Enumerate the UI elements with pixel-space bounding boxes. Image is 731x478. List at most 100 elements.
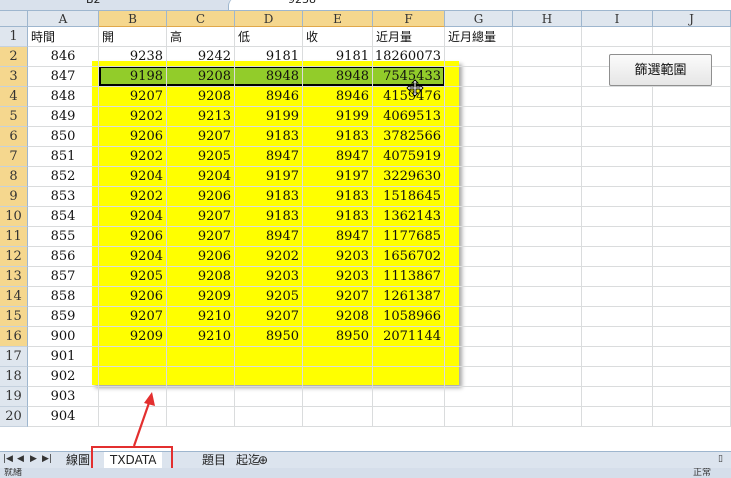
- data-cell[interactable]: 8946: [235, 87, 303, 107]
- last-sheet-icon[interactable]: ▶|: [42, 454, 52, 464]
- empty-cell[interactable]: [582, 147, 653, 167]
- empty-cell[interactable]: [445, 107, 513, 127]
- empty-cell[interactable]: [513, 207, 582, 227]
- empty-cell[interactable]: [653, 167, 731, 187]
- row-header-1[interactable]: 1: [0, 27, 28, 47]
- empty-cell[interactable]: [445, 267, 513, 287]
- empty-cell[interactable]: [445, 247, 513, 267]
- empty-cell[interactable]: [582, 187, 653, 207]
- empty-cell[interactable]: [653, 247, 731, 267]
- data-cell[interactable]: 9242: [167, 47, 235, 67]
- empty-cell[interactable]: [582, 207, 653, 227]
- data-cell[interactable]: 9181: [235, 47, 303, 67]
- data-cell[interactable]: 9202: [235, 247, 303, 267]
- filter-range-button[interactable]: 篩選範圍: [609, 54, 712, 86]
- row-header-16[interactable]: 16: [0, 327, 28, 347]
- insert-sheet-icon[interactable]: ⊕: [252, 452, 274, 468]
- worksheet-grid[interactable]: ABCDEFGHIJ 1 2 3 4 5 6 7 8 9 10 11 12 13 14 15 16 17 18 19…: [0, 11, 731, 451]
- header-cell-a[interactable]: 時間: [28, 27, 99, 47]
- data-cell[interactable]: 9205: [99, 267, 167, 287]
- data-cell[interactable]: 9208: [167, 87, 235, 107]
- time-cell[interactable]: 847: [28, 67, 99, 87]
- empty-cell[interactable]: [303, 367, 373, 387]
- time-cell[interactable]: 852: [28, 167, 99, 187]
- data-cell[interactable]: 9199: [235, 107, 303, 127]
- row-header-11[interactable]: 11: [0, 227, 28, 247]
- empty-cell[interactable]: [582, 347, 653, 367]
- empty-cell[interactable]: [303, 407, 373, 427]
- empty-cell[interactable]: [513, 347, 582, 367]
- data-cell[interactable]: 3229630: [373, 167, 445, 187]
- data-cell[interactable]: 9209: [99, 327, 167, 347]
- empty-cell[interactable]: [513, 67, 582, 87]
- empty-cell[interactable]: [582, 247, 653, 267]
- empty-cell[interactable]: [582, 27, 653, 47]
- data-cell[interactable]: 4069513: [373, 107, 445, 127]
- empty-cell[interactable]: [513, 127, 582, 147]
- empty-cell[interactable]: [653, 227, 731, 247]
- empty-cell[interactable]: [445, 407, 513, 427]
- data-cell[interactable]: 9209: [167, 287, 235, 307]
- data-cell[interactable]: 9204: [99, 247, 167, 267]
- data-cell[interactable]: 9183: [303, 187, 373, 207]
- empty-cell[interactable]: [445, 327, 513, 347]
- column-header-g[interactable]: G: [445, 11, 513, 27]
- empty-cell[interactable]: [513, 407, 582, 427]
- empty-cell[interactable]: [653, 187, 731, 207]
- data-cell[interactable]: 8947: [235, 227, 303, 247]
- empty-cell[interactable]: [653, 127, 731, 147]
- empty-cell[interactable]: [303, 387, 373, 407]
- empty-cell[interactable]: [373, 407, 445, 427]
- row-header-4[interactable]: 4: [0, 87, 28, 107]
- name-box[interactable]: B2: [0, 0, 150, 9]
- header-cell-d[interactable]: 低: [235, 27, 303, 47]
- time-cell[interactable]: 849: [28, 107, 99, 127]
- empty-cell[interactable]: [513, 47, 582, 67]
- empty-cell[interactable]: [653, 107, 731, 127]
- data-cell[interactable]: 8948: [235, 67, 303, 87]
- data-cell[interactable]: 9197: [303, 167, 373, 187]
- empty-cell[interactable]: [582, 267, 653, 287]
- empty-cell[interactable]: [513, 247, 582, 267]
- empty-cell[interactable]: [445, 127, 513, 147]
- column-header-f[interactable]: F: [373, 11, 445, 27]
- empty-cell[interactable]: [582, 307, 653, 327]
- empty-cell[interactable]: [582, 287, 653, 307]
- row-header-13[interactable]: 13: [0, 267, 28, 287]
- row-header-6[interactable]: 6: [0, 127, 28, 147]
- column-header-d[interactable]: D: [235, 11, 303, 27]
- data-cell[interactable]: 9203: [303, 247, 373, 267]
- column-header-b[interactable]: B: [99, 11, 167, 27]
- time-cell[interactable]: 846: [28, 47, 99, 67]
- empty-cell[interactable]: [653, 307, 731, 327]
- empty-cell[interactable]: [513, 147, 582, 167]
- empty-cell[interactable]: [445, 167, 513, 187]
- empty-cell[interactable]: [582, 107, 653, 127]
- row-header-2[interactable]: 2: [0, 47, 28, 67]
- empty-cell[interactable]: [99, 347, 167, 367]
- row-header-8[interactable]: 8: [0, 167, 28, 187]
- row-header-19[interactable]: 19: [0, 387, 28, 407]
- empty-cell[interactable]: [653, 367, 731, 387]
- empty-cell[interactable]: [445, 147, 513, 167]
- data-cell[interactable]: 9207: [99, 87, 167, 107]
- data-cell[interactable]: 9213: [167, 107, 235, 127]
- empty-cell[interactable]: [445, 187, 513, 207]
- empty-cell[interactable]: [653, 287, 731, 307]
- hscroll-handle-icon[interactable]: ▯: [718, 454, 723, 464]
- data-cell[interactable]: 9183: [303, 207, 373, 227]
- row-header-5[interactable]: 5: [0, 107, 28, 127]
- time-cell[interactable]: 904: [28, 407, 99, 427]
- data-cell[interactable]: 9206: [99, 127, 167, 147]
- data-cell[interactable]: 9207: [303, 287, 373, 307]
- row-header-17[interactable]: 17: [0, 347, 28, 367]
- data-cell[interactable]: 9202: [99, 187, 167, 207]
- empty-cell[interactable]: [167, 347, 235, 367]
- empty-cell[interactable]: [513, 107, 582, 127]
- empty-cell[interactable]: [167, 367, 235, 387]
- empty-cell[interactable]: [445, 67, 513, 87]
- empty-cell[interactable]: [582, 407, 653, 427]
- empty-cell[interactable]: [373, 347, 445, 367]
- first-sheet-icon[interactable]: |◀: [3, 454, 13, 464]
- column-header-j[interactable]: J: [653, 11, 731, 27]
